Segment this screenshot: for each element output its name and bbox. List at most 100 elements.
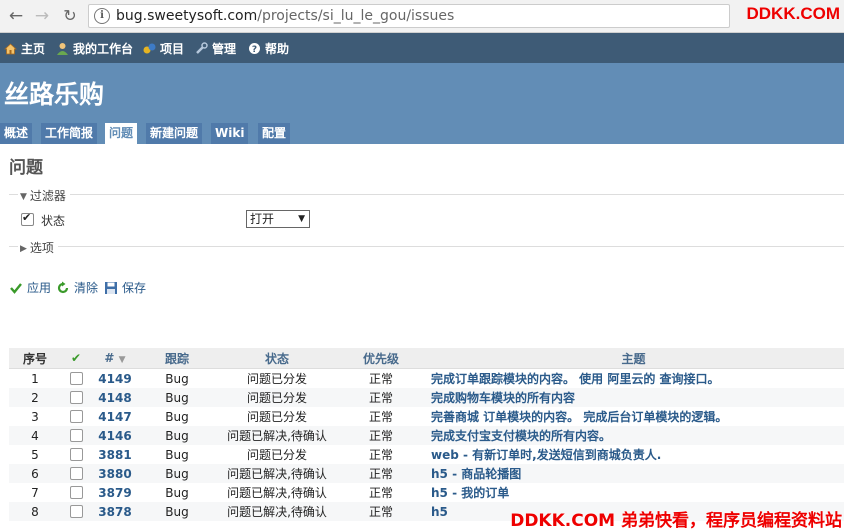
issue-subject-link[interactable]: 完成支付宝支付模块的所有内容。 — [431, 429, 611, 443]
row-checkbox[interactable] — [69, 409, 83, 423]
issue-subject-link[interactable]: 完成订单跟踪模块的内容。 使用 阿里云的 查询接口。 — [431, 372, 720, 386]
table-row[interactable]: 4 4146 Bug 问题已解决,待确认 正常 完成支付宝支付模块的所有内容。 — [9, 426, 844, 445]
forward-arrow-icon[interactable]: → — [32, 6, 52, 26]
row-priority: 正常 — [339, 388, 423, 407]
browser-toolbar: ← → ↻ i bug.sweetysoft.com/projects/si_l… — [0, 0, 844, 33]
back-arrow-icon[interactable]: ← — [6, 6, 26, 26]
save-link[interactable]: 保存 — [104, 279, 146, 296]
status-filter-checkbox[interactable] — [21, 211, 34, 226]
issue-subject-link[interactable]: 完成购物车模块的所有内容 — [431, 391, 575, 405]
row-status: 问题已解决,待确认 — [215, 483, 339, 502]
row-tracker: Bug — [139, 445, 215, 464]
row-id-cell: 3881 — [91, 445, 139, 464]
tab-issues[interactable]: 问题 — [105, 123, 138, 144]
issue-id-link[interactable]: 3880 — [98, 467, 131, 481]
expand-arrow-icon: ▶ — [20, 244, 27, 254]
home-icon — [4, 43, 17, 55]
table-row[interactable]: 7 3879 Bug 问题已解决,待确认 正常 h5 - 我的订单 — [9, 483, 844, 502]
table-row[interactable]: 5 3881 Bug 问题已分发 正常 web - 有新订单时,发送短信到商城负责人. — [9, 445, 844, 464]
col-id[interactable]: # ▼ — [91, 348, 139, 369]
row-priority: 正常 — [339, 464, 423, 483]
menu-admin[interactable]: 管理 — [195, 40, 236, 57]
row-checkbox[interactable] — [69, 504, 83, 518]
issue-id-link[interactable]: 4148 — [98, 391, 131, 405]
options-legend[interactable]: ▶ 选项 — [18, 239, 58, 256]
svg-text:?: ? — [252, 45, 257, 55]
row-checkbox-cell[interactable] — [61, 368, 91, 388]
issue-id-link[interactable]: 4149 — [98, 372, 131, 386]
options-divider — [9, 246, 844, 247]
apply-label: 应用 — [27, 281, 52, 295]
issue-subject-link[interactable]: h5 - 我的订单 — [431, 486, 509, 500]
row-checkbox[interactable] — [69, 447, 83, 461]
row-checkbox-cell[interactable] — [61, 426, 91, 445]
issue-id-link[interactable]: 3881 — [98, 448, 131, 462]
col-check-all[interactable]: ✔ — [61, 348, 91, 369]
table-row[interactable]: 2 4148 Bug 问题已分发 正常 完成购物车模块的所有内容 — [9, 388, 844, 407]
row-id-cell: 4147 — [91, 407, 139, 426]
menu-my-page[interactable]: 我的工作台 — [56, 40, 133, 57]
info-icon[interactable]: i — [94, 8, 110, 24]
row-id-cell: 3880 — [91, 464, 139, 483]
row-status: 问题已解决,待确认 — [215, 502, 339, 521]
table-row[interactable]: 6 3880 Bug 问题已解决,待确认 正常 h5 - 商品轮播图 — [9, 464, 844, 483]
row-checkbox[interactable] — [69, 390, 83, 404]
row-checkbox[interactable] — [69, 485, 83, 499]
issue-subject-link[interactable]: web - 有新订单时,发送短信到商城负责人. — [431, 448, 661, 462]
row-subject-cell: 完成订单跟踪模块的内容。 使用 阿里云的 查询接口。 — [423, 368, 844, 388]
issue-id-link[interactable]: 3879 — [98, 486, 131, 500]
clear-label: 清除 — [74, 281, 99, 295]
status-operator-select[interactable]: 打开 ▼ — [246, 210, 310, 228]
url-path: /projects/si_lu_le_gou/issues — [257, 8, 455, 24]
row-index: 6 — [9, 464, 61, 483]
col-subject[interactable]: 主题 — [423, 348, 844, 369]
row-checkbox-cell[interactable] — [61, 388, 91, 407]
issue-subject-link[interactable]: h5 — [431, 505, 448, 519]
menu-projects[interactable]: 项目 — [143, 40, 184, 57]
menu-admin-label: 管理 — [212, 42, 237, 56]
issue-id-link[interactable]: 3878 — [98, 505, 131, 519]
row-tracker: Bug — [139, 388, 215, 407]
col-status[interactable]: 状态 — [215, 348, 339, 369]
clear-link[interactable]: 清除 — [56, 279, 98, 296]
table-row[interactable]: 1 4149 Bug 问题已分发 正常 完成订单跟踪模块的内容。 使用 阿里云的 查询接口… — [9, 368, 844, 388]
tab-overview[interactable]: 概述 — [0, 123, 33, 144]
projects-icon — [143, 43, 156, 54]
row-checkbox[interactable] — [69, 371, 83, 385]
top-menu: 主页 我的工作台 项目 管理 ? 帮助 — [0, 33, 844, 63]
issue-subject-link[interactable]: h5 - 商品轮播图 — [431, 467, 521, 481]
url-text[interactable]: bug.sweetysoft.com/projects/si_lu_le_gou… — [116, 8, 454, 24]
row-checkbox[interactable] — [69, 428, 83, 442]
row-index: 3 — [9, 407, 61, 426]
watermark-logo: DDKK.COM — [746, 4, 841, 23]
main-content: 问题 ▼过滤器 状态 打开 ▼ ▶选项 应用 清除 保存 — [0, 143, 844, 532]
menu-home[interactable]: 主页 — [4, 40, 45, 57]
tab-activity[interactable]: 工作简报 — [41, 123, 98, 144]
apply-link[interactable]: 应用 — [9, 279, 51, 296]
row-checkbox-cell[interactable] — [61, 445, 91, 464]
row-tracker: Bug — [139, 407, 215, 426]
row-checkbox[interactable] — [69, 466, 83, 480]
col-tracker[interactable]: 跟踪 — [139, 348, 215, 369]
filters-legend[interactable]: ▼ 过滤器 — [18, 187, 70, 204]
issue-id-link[interactable]: 4147 — [98, 410, 131, 424]
row-checkbox-cell[interactable] — [61, 464, 91, 483]
issue-subject-link[interactable]: 完善商城 订单模块的内容。 完成后台订单模块的逻辑。 — [431, 410, 727, 424]
menu-help[interactable]: ? 帮助 — [248, 40, 289, 57]
row-priority: 正常 — [339, 483, 423, 502]
address-bar[interactable]: i bug.sweetysoft.com/projects/si_lu_le_g… — [88, 4, 730, 28]
table-row[interactable]: 3 4147 Bug 问题已分发 正常 完善商城 订单模块的内容。 完成后台订单模块的逻辑… — [9, 407, 844, 426]
dropdown-arrow-icon: ▼ — [298, 214, 305, 224]
row-checkbox-cell[interactable] — [61, 502, 91, 521]
tab-settings[interactable]: 配置 — [258, 123, 291, 144]
issue-id-link[interactable]: 4146 — [98, 429, 131, 443]
reload-icon[interactable]: ↻ — [60, 6, 80, 26]
page-title: 问题 — [9, 158, 43, 178]
tab-wiki[interactable]: Wiki — [211, 123, 249, 144]
checkmark-icon[interactable]: ✔ — [71, 351, 81, 365]
col-priority[interactable]: 优先级 — [339, 348, 423, 369]
row-checkbox-cell[interactable] — [61, 407, 91, 426]
tab-new-issue[interactable]: 新建问题 — [146, 123, 203, 144]
col-index[interactable]: 序号 — [9, 348, 61, 369]
row-checkbox-cell[interactable] — [61, 483, 91, 502]
